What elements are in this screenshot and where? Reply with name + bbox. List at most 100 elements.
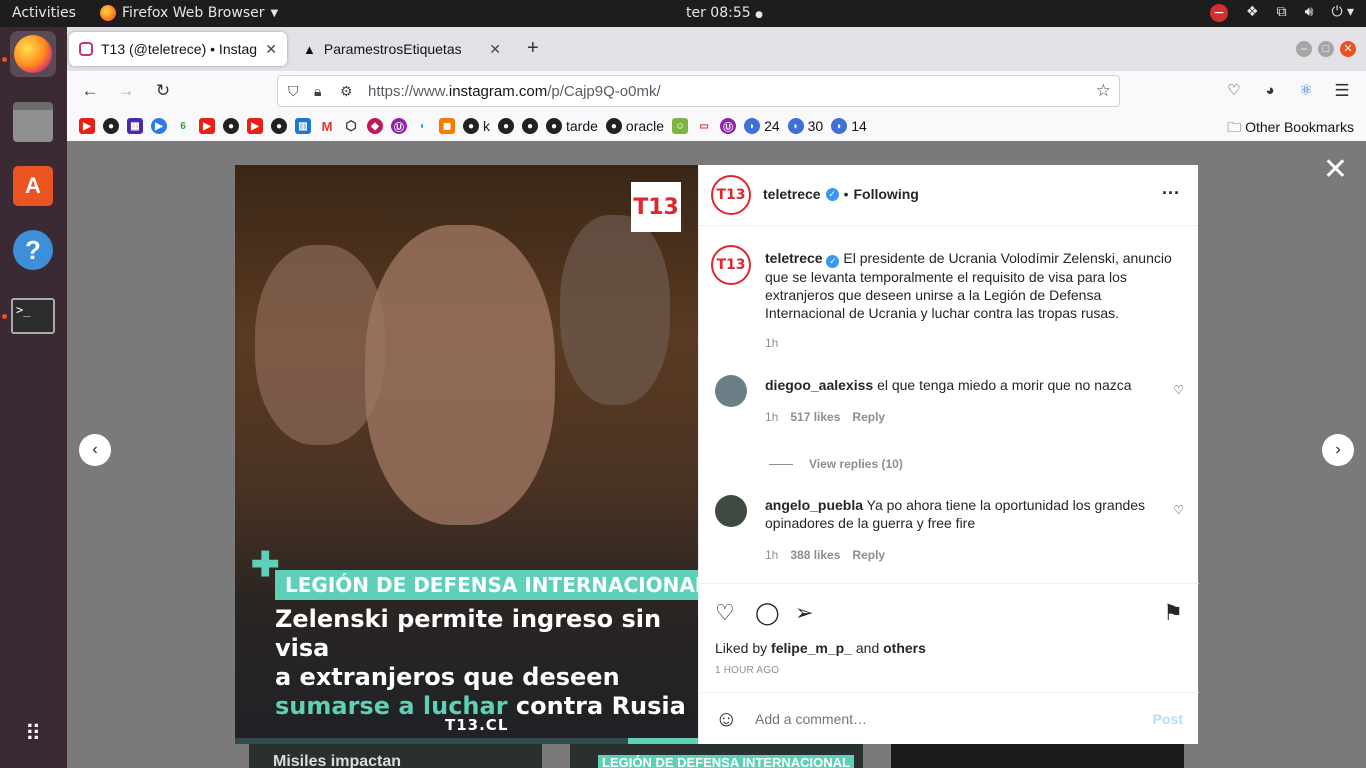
post-comment-button[interactable]: Post — [1153, 711, 1183, 727]
github-icon[interactable]: ● — [498, 118, 514, 134]
lock-icon[interactable]: 🔒︎ — [314, 83, 321, 100]
liked-by-user[interactable]: felipe_m_p_ — [771, 640, 852, 656]
background-thumbnail[interactable]: LEGIÓN DE DEFENSA INTERNACIONAL — [570, 743, 863, 768]
leaf-icon[interactable]: 6 — [175, 118, 191, 134]
caption-time[interactable]: 1h — [765, 336, 778, 350]
software-center-icon[interactable]: A — [10, 163, 56, 209]
forward-button[interactable]: → — [115, 80, 137, 102]
like-comment-icon[interactable]: ♡ — [1173, 503, 1184, 517]
trello-icon[interactable]: ▥ — [295, 118, 311, 134]
avatar[interactable]: T13 — [711, 245, 751, 285]
like-comment-icon[interactable]: ♡ — [1173, 383, 1184, 397]
codesandbox-icon[interactable]: ⬡ — [343, 118, 359, 134]
comment-likes[interactable]: 517 likes — [790, 410, 840, 424]
github-icon[interactable]: ● — [522, 118, 538, 134]
activities-button[interactable]: Activities — [12, 5, 76, 21]
previous-post-button[interactable]: ‹ — [79, 434, 111, 466]
background-thumbnail[interactable] — [891, 743, 1184, 768]
avatar[interactable]: T13 — [711, 175, 751, 215]
following-button[interactable]: Following — [854, 186, 919, 202]
clock[interactable]: ter 08:55 ● — [686, 5, 763, 21]
bookmark-icon[interactable]: ◆ — [367, 118, 383, 134]
reply-button[interactable]: Reply — [852, 548, 885, 562]
bookmark-24[interactable]: ◗ 24 — [744, 118, 780, 134]
youtube-icon[interactable]: ▶ — [247, 118, 263, 134]
system-tray[interactable]: − ❖ ⧉ 🔊︎ ⏻ ▾ — [1210, 4, 1354, 22]
comment-username[interactable]: diegoo_aalexiss — [765, 377, 873, 393]
dropbox-icon[interactable]: ❖ — [1246, 4, 1259, 22]
post-timestamp[interactable]: 1 HOUR AGO — [715, 665, 779, 676]
app-grid-icon[interactable]: ⠿ — [10, 711, 56, 757]
comment-time[interactable]: 1h — [765, 548, 778, 562]
app-menu[interactable]: Firefox Web Browser ▼ — [100, 5, 278, 21]
share-icon[interactable]: ➢ — [795, 600, 813, 626]
bookmark-oracle[interactable]: ● oracle — [605, 118, 664, 134]
next-post-button[interactable]: › — [1322, 434, 1354, 466]
help-icon[interactable]: ? — [10, 227, 56, 273]
tab-instagram[interactable]: T13 (@teletrece) • Instag ✕ — [69, 32, 287, 66]
gmail-icon[interactable]: M — [319, 118, 335, 134]
reload-button[interactable]: ↻ — [152, 80, 174, 102]
github-icon[interactable]: ● — [271, 118, 287, 134]
firefox-icon[interactable] — [10, 31, 56, 77]
comment-time[interactable]: 1h — [765, 410, 778, 424]
bookmark-k[interactable]: ● k — [463, 118, 490, 134]
reply-button[interactable]: Reply — [852, 410, 885, 424]
account-username[interactable]: teletrece — [763, 186, 821, 202]
aws-icon[interactable]: ◼ — [439, 118, 455, 134]
more-options-icon[interactable]: ··· — [1162, 183, 1180, 204]
tab-parametros[interactable]: ▲ ParamestrosEtiquetas ✕ — [293, 32, 511, 66]
bookmark-14[interactable]: ◗ 14 — [831, 118, 867, 134]
other-bookmarks[interactable]: 🗀 Other Bookmarks — [1227, 117, 1354, 141]
bookmark-icon[interactable]: ◐ — [415, 118, 431, 134]
bookmark-icon[interactable]: ▦ — [127, 118, 143, 134]
emoji-icon[interactable]: ☺ — [715, 706, 737, 732]
terminal-icon[interactable]: >_ — [10, 293, 56, 339]
extension-icon[interactable]: ◕ — [1259, 80, 1281, 102]
liked-by-others[interactable]: others — [883, 640, 926, 656]
save-icon[interactable]: ⚑ — [1163, 600, 1183, 626]
close-tab-icon[interactable]: ✕ — [265, 41, 277, 58]
network-icon[interactable]: ⧉ — [1277, 4, 1287, 22]
play-icon[interactable]: ▶ — [151, 118, 167, 134]
bookmark-icon[interactable]: Ⓤ — [391, 118, 407, 134]
bookmark-30[interactable]: ◗ 30 — [787, 118, 823, 134]
comment-input[interactable] — [755, 707, 1115, 731]
youtube-icon[interactable]: ▶ — [199, 118, 215, 134]
pocket-icon[interactable]: ♡ — [1223, 80, 1245, 102]
comment-username[interactable]: angelo_puebla — [765, 497, 863, 513]
minimize-button[interactable]: – — [1296, 41, 1312, 57]
view-replies-button[interactable]: View replies (10) — [769, 457, 903, 471]
react-devtools-icon[interactable]: ⚛ — [1295, 80, 1317, 102]
bookmark-icon[interactable]: ▭ — [696, 118, 712, 134]
permissions-icon[interactable]: ⚙ — [340, 83, 353, 100]
background-thumbnail[interactable]: Misiles impactan — [249, 743, 542, 768]
like-icon[interactable]: ♡ — [715, 600, 735, 626]
close-icon[interactable]: ✕ — [1323, 155, 1348, 185]
post-image[interactable]: T13 ✚ LEGIÓN DE DEFENSA INTERNACIONAL Ze… — [235, 165, 698, 744]
bookmark-tarde[interactable]: ● tarde — [546, 118, 598, 134]
bookmark-icon[interactable]: Ⓤ — [720, 118, 737, 134]
comment-likes[interactable]: 388 likes — [790, 548, 840, 562]
shield-icon[interactable]: ⛉ — [288, 83, 299, 100]
volume-icon[interactable]: 🔊︎ — [1305, 4, 1314, 22]
bookmark-icon[interactable]: ☺ — [672, 118, 689, 134]
bookmark-star-icon[interactable]: ☆ — [1096, 81, 1111, 101]
github-icon[interactable]: ● — [223, 118, 239, 134]
back-button[interactable]: ← — [79, 80, 101, 102]
url-bar[interactable]: ⛉ 🔒︎ ⚙ https://www.instagram.com/p/Cajp9… — [277, 75, 1120, 107]
close-tab-icon[interactable]: ✕ — [489, 41, 501, 58]
maximize-button[interactable]: □ — [1318, 41, 1334, 57]
do-not-disturb-icon[interactable]: − — [1210, 4, 1229, 22]
youtube-icon[interactable]: ▶ — [79, 118, 95, 134]
comment-icon[interactable]: ◯ — [755, 600, 780, 626]
close-window-button[interactable]: ✕ — [1340, 41, 1356, 57]
github-icon[interactable]: ● — [103, 118, 119, 134]
files-icon[interactable] — [10, 99, 56, 145]
power-icon[interactable]: ⏻ ▾ — [1331, 4, 1354, 22]
avatar[interactable] — [715, 495, 747, 527]
avatar[interactable] — [715, 375, 747, 407]
new-tab-button[interactable]: + — [527, 37, 539, 60]
url-text[interactable]: https://www.instagram.com/p/Cajp9Q-o0mk/ — [368, 83, 661, 100]
caption-username[interactable]: teletrece — [765, 250, 823, 266]
